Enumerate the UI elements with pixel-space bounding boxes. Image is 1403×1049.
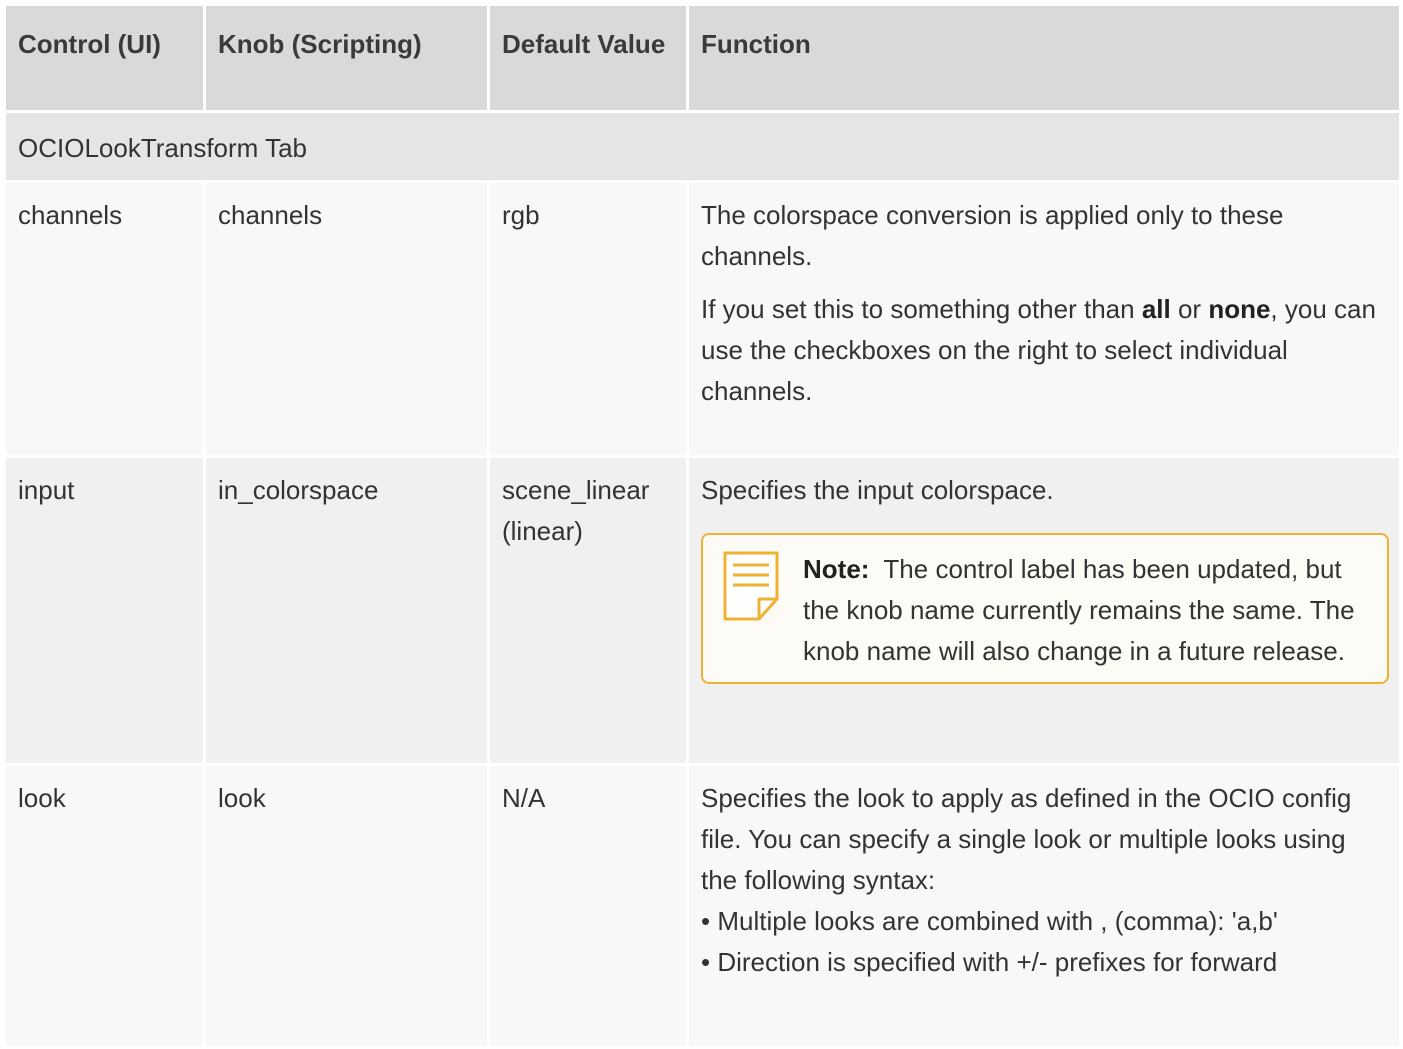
default-cell: N/A: [490, 766, 689, 1049]
note-page-icon: [723, 551, 779, 621]
control-cell: look: [6, 766, 206, 1049]
header-row: Control (UI) Knob (Scripting) Default Va…: [6, 6, 1399, 113]
note-label: Note:: [803, 554, 870, 584]
header-knob: Knob (Scripting): [206, 6, 490, 113]
section-row: OCIOLookTransform Tab: [6, 113, 1399, 183]
function-text: If you set this to something other than …: [701, 294, 1376, 406]
header-function: Function: [689, 6, 1399, 113]
bold-term: all: [1141, 294, 1171, 324]
bullet-item: • Direction is specified with +/- prefix…: [701, 947, 1278, 977]
function-cell: Specifies the look to apply as defined i…: [689, 766, 1399, 1049]
parameters-table: Control (UI) Knob (Scripting) Default Va…: [6, 6, 1399, 1049]
default-cell: rgb: [490, 183, 689, 458]
function-text: Specifies the look to apply as defined i…: [701, 783, 1352, 895]
knob-cell: channels: [206, 183, 490, 458]
function-cell: Specifies the input colorspace. Note: Th…: [689, 458, 1399, 766]
default-cell: scene_linear (linear): [490, 458, 689, 766]
header-default: Default Value: [490, 6, 689, 113]
function-text: Specifies the input colorspace.: [701, 475, 1054, 505]
bullet-item: • Multiple looks are combined with , (co…: [701, 906, 1278, 936]
note-box: Note: The control label has been updated…: [701, 533, 1389, 684]
bold-term: none: [1208, 294, 1271, 324]
table-row: look look N/A Specifies the look to appl…: [6, 766, 1399, 1049]
function-cell: The colorspace conversion is applied onl…: [689, 183, 1399, 458]
control-cell: channels: [6, 183, 206, 458]
note-text: The control label has been updated, but …: [803, 554, 1355, 666]
control-cell: input: [6, 458, 206, 766]
section-title: OCIOLookTransform Tab: [6, 113, 1399, 183]
header-control: Control (UI): [6, 6, 206, 113]
table-row: channels channels rgb The colorspace con…: [6, 183, 1399, 458]
table-row: input in_colorspace scene_linear (linear)…: [6, 458, 1399, 766]
knob-cell: in_colorspace: [206, 458, 490, 766]
function-text: The colorspace conversion is applied onl…: [701, 200, 1284, 271]
knob-cell: look: [206, 766, 490, 1049]
